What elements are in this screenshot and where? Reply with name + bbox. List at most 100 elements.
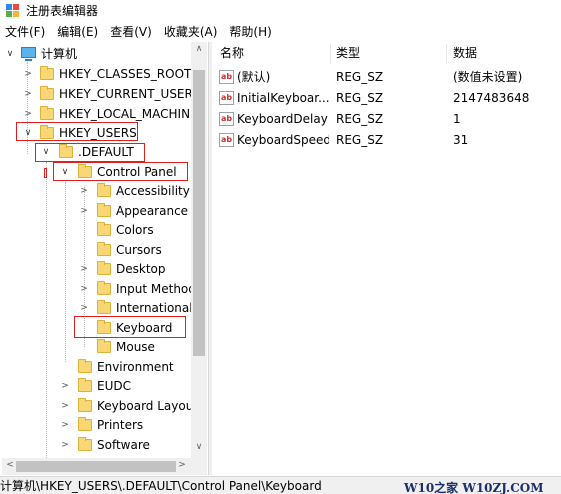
column-header-name[interactable]: 名称 <box>220 42 244 65</box>
tree-label: Printers <box>97 418 144 432</box>
status-bar: 计算机\HKEY_USERS\.DEFAULT\Control Panel\Ke… <box>0 476 561 494</box>
chevron-right-icon[interactable]: > <box>79 279 89 299</box>
value-name: (默认) <box>237 70 271 84</box>
tree-label: HKEY_LOCAL_MACHINE <box>59 107 198 121</box>
chevron-right-icon[interactable]: > <box>60 396 70 416</box>
tree-label: Environment <box>97 360 174 374</box>
value-type: REG_SZ <box>336 70 384 84</box>
tree-item-cursors[interactable]: Cursors <box>2 240 192 260</box>
scroll-thumb[interactable] <box>193 70 205 356</box>
value-type: REG_SZ <box>336 133 384 147</box>
value-row[interactable]: ab (默认) REG_SZ (数值未设置) <box>213 67 561 88</box>
highlight-box <box>53 162 188 181</box>
menu-view[interactable]: 查看(V) <box>105 22 157 42</box>
value-type: REG_SZ <box>336 112 384 126</box>
tree-item-environment[interactable]: Environment <box>2 357 192 377</box>
tree-item-printers[interactable]: > Printers <box>2 415 192 435</box>
highlight-box <box>16 122 138 141</box>
chevron-right-icon[interactable]: > <box>79 181 89 201</box>
chevron-down-icon[interactable]: ∨ <box>5 44 15 64</box>
tree-label: Appearance <box>116 204 189 218</box>
tree-item-colors[interactable]: Colors <box>2 220 192 240</box>
tree-label: Accessibility <box>116 184 190 198</box>
chevron-right-icon[interactable]: > <box>79 298 89 318</box>
chevron-right-icon[interactable]: > <box>60 415 70 435</box>
scroll-up-icon[interactable]: ∧ <box>191 44 207 54</box>
tree-item-appearance[interactable]: > Appearance <box>2 201 192 221</box>
value-list[interactable]: 名称 类型 数据 ab (默认) REG_SZ (数值未设置) ab Initi… <box>213 42 561 475</box>
menu-edit[interactable]: 编辑(E) <box>52 22 103 42</box>
tree-item-keyboard-layout[interactable]: > Keyboard Layout <box>2 396 198 416</box>
folder-icon <box>40 66 54 80</box>
highlight-box <box>35 143 145 162</box>
tree-item-hkey-current-user[interactable]: > HKEY_CURRENT_USER <box>2 84 193 104</box>
registry-editor-icon <box>6 3 20 18</box>
string-value-icon: ab <box>219 133 234 147</box>
chevron-right-icon[interactable]: > <box>60 435 70 455</box>
column-divider[interactable] <box>330 44 331 64</box>
tree-label: Colors <box>116 223 154 237</box>
tree-item-international[interactable]: > International <box>2 298 193 318</box>
folder-icon <box>78 359 92 373</box>
value-name: KeyboardSpeed <box>237 133 329 147</box>
tree-label: Input Method <box>116 282 196 296</box>
tree-label: Keyboard Layout <box>97 399 199 413</box>
folder-icon <box>40 106 54 120</box>
value-row[interactable]: ab KeyboardDelay REG_SZ 1 <box>213 109 561 130</box>
folder-icon <box>97 339 111 353</box>
folder-icon <box>97 183 111 197</box>
tree-item-software[interactable]: > Software <box>2 435 192 455</box>
tree-item-hkey-classes-root[interactable]: > HKEY_CLASSES_ROOT <box>2 64 192 84</box>
folder-icon <box>97 203 111 217</box>
string-value-icon: ab <box>219 70 234 84</box>
chevron-right-icon[interactable]: > <box>79 259 89 279</box>
tree-label: International <box>116 301 193 315</box>
chevron-right-icon[interactable]: > <box>79 201 89 221</box>
watermark: W10之家 W10ZJ.COM <box>404 481 544 494</box>
registry-tree[interactable]: ∨ 计算机 > HKEY_CLASSES_ROOT > HKEY_CURRENT… <box>2 42 207 458</box>
tree-item-eudc[interactable]: > EUDC <box>2 376 192 396</box>
value-row[interactable]: ab KeyboardSpeed REG_SZ 31 <box>213 130 561 151</box>
value-data: 2147483648 <box>453 91 530 105</box>
menu-favorites[interactable]: 收藏夹(A) <box>159 22 223 42</box>
tree-item-hkey-local-machine[interactable]: > HKEY_LOCAL_MACHINE <box>2 104 198 124</box>
scroll-down-icon[interactable]: ∨ <box>191 442 207 452</box>
folder-icon <box>97 281 111 295</box>
chevron-right-icon[interactable]: > <box>23 104 33 124</box>
chevron-right-icon[interactable]: > <box>23 64 33 84</box>
tree-horizontal-scrollbar[interactable]: < > <box>2 458 207 475</box>
folder-icon <box>97 222 111 236</box>
value-name: InitialKeyboar... <box>237 91 329 105</box>
column-header-data[interactable]: 数据 <box>453 42 477 65</box>
chevron-right-icon[interactable]: > <box>23 84 33 104</box>
window-title: 注册表编辑器 <box>26 4 99 18</box>
tree-item-mouse[interactable]: Mouse <box>2 337 192 357</box>
tree-label: EUDC <box>97 379 131 393</box>
folder-icon <box>78 417 92 431</box>
pane-splitter[interactable] <box>208 42 212 475</box>
value-row[interactable]: ab InitialKeyboar... REG_SZ 2147483648 <box>213 88 561 109</box>
value-data: 1 <box>453 112 461 126</box>
folder-icon <box>97 300 111 314</box>
menu-help[interactable]: 帮助(H) <box>224 22 276 42</box>
string-value-icon: ab <box>219 112 234 126</box>
string-value-icon: ab <box>219 91 234 105</box>
tree-vertical-scrollbar[interactable]: ∧ ∨ <box>191 42 207 458</box>
tree-item-accessibility[interactable]: > Accessibility <box>2 181 192 201</box>
tree-item-computer[interactable]: ∨ 计算机 <box>2 44 192 64</box>
tree-item-input-method[interactable]: > Input Method <box>2 279 196 299</box>
column-divider[interactable] <box>446 44 447 64</box>
folder-icon <box>78 398 92 412</box>
tree-label: HKEY_CLASSES_ROOT <box>59 67 192 81</box>
tree-label: HKEY_CURRENT_USER <box>59 87 193 101</box>
tree-label: Desktop <box>116 262 166 276</box>
menu-file[interactable]: 文件(F) <box>0 22 50 42</box>
chevron-right-icon[interactable]: > <box>60 376 70 396</box>
tree-item-desktop[interactable]: > Desktop <box>2 259 192 279</box>
scroll-right-icon[interactable]: > <box>174 460 190 470</box>
column-header-type[interactable]: 类型 <box>336 42 360 65</box>
scroll-thumb[interactable] <box>16 461 176 472</box>
highlight-box <box>74 316 186 338</box>
value-data: 31 <box>453 133 469 147</box>
tree-label: Mouse <box>116 340 155 354</box>
